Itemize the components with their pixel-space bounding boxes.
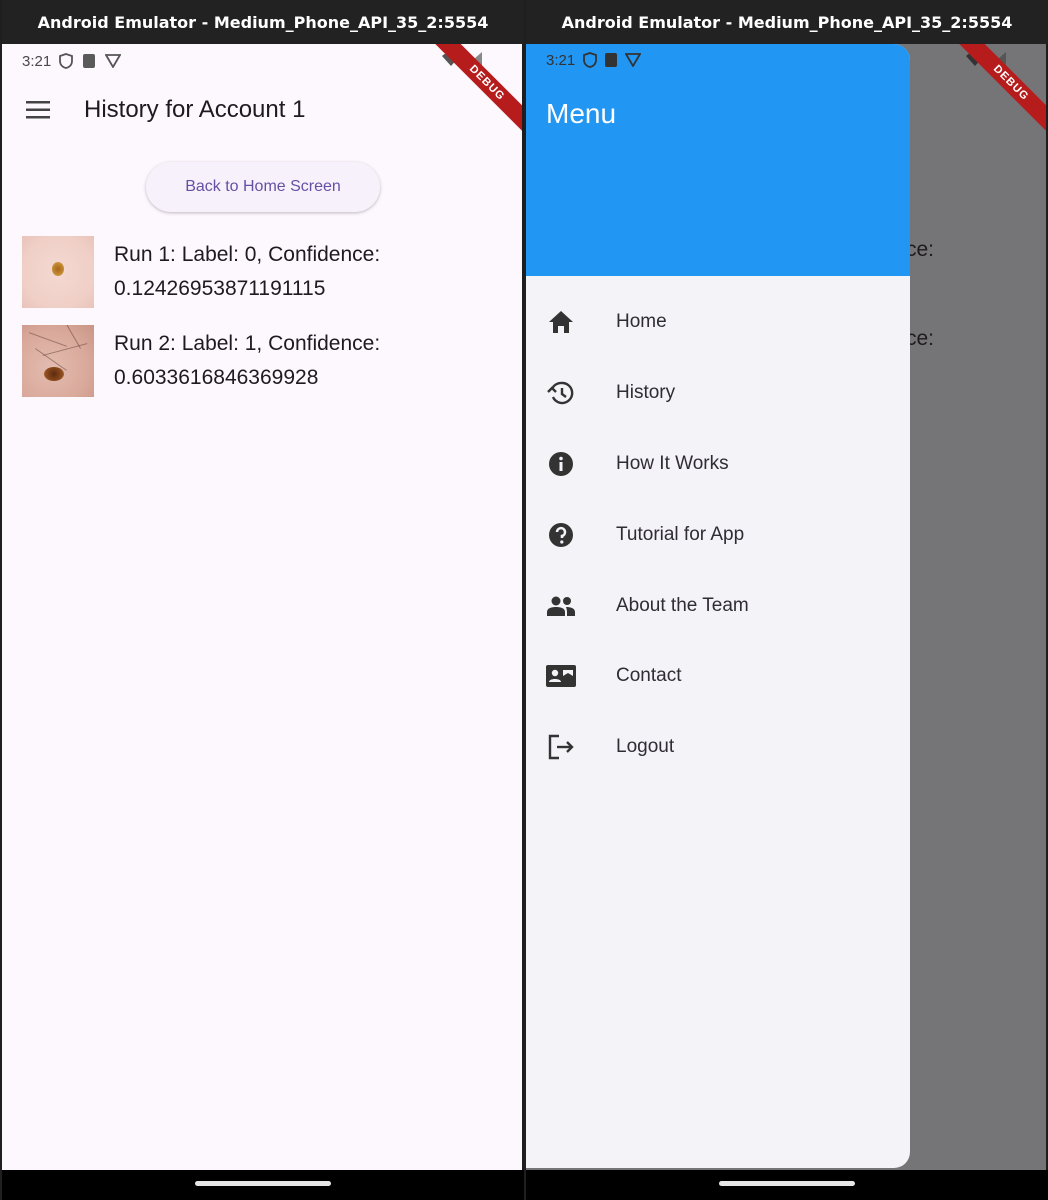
home-gesture-bar[interactable] xyxy=(719,1181,855,1186)
menu-item-about-team[interactable]: About the Team xyxy=(526,570,910,641)
navigation-drawer: 3:21 Menu Home History How It Works Tuto… xyxy=(526,44,910,1168)
emulator-window-right: Android Emulator - Medium_Phone_API_35_2… xyxy=(526,0,1048,1200)
history-icon xyxy=(546,378,576,408)
history-list: Run 1: Label: 0, Confidence: 0.124269538… xyxy=(22,236,502,414)
home-icon xyxy=(546,307,576,337)
sd-card-icon xyxy=(605,53,618,67)
menu-item-how-it-works[interactable]: How It Works xyxy=(526,429,910,500)
menu-item-contact[interactable]: Contact xyxy=(526,641,910,712)
run-result-text: Run 2: Label: 1, Confidence: 0.603361684… xyxy=(114,332,381,389)
status-time: 3:21 xyxy=(22,52,52,70)
skin-lesion-thumbnail xyxy=(22,325,94,397)
peek-text: ce: xyxy=(906,238,935,261)
skin-lesion-thumbnail xyxy=(22,236,94,308)
phone-screen: ce: ce: DEBUG 3:21 Menu Home History How… xyxy=(526,44,1046,1170)
window-title: Android Emulator - Medium_Phone_API_35_2… xyxy=(2,0,524,44)
drawer-title: Menu xyxy=(546,98,617,129)
navigation-bar xyxy=(2,1170,524,1200)
status-time: 3:21 xyxy=(546,51,576,69)
window-title: Android Emulator - Medium_Phone_API_35_2… xyxy=(526,0,1048,44)
home-gesture-bar[interactable] xyxy=(195,1181,331,1186)
peek-text: ce: xyxy=(906,327,935,350)
info-icon xyxy=(546,449,576,479)
page-title: History for Account 1 xyxy=(84,96,306,123)
menu-item-home[interactable]: Home xyxy=(526,287,910,358)
hamburger-icon xyxy=(26,101,50,119)
sd-card-icon xyxy=(83,54,96,68)
status-bar: 3:21 xyxy=(546,44,642,76)
vpn-icon xyxy=(105,54,122,68)
emulator-window-left: Android Emulator - Medium_Phone_API_35_2… xyxy=(2,0,524,1200)
drawer-menu: Home History How It Works Tutorial for A… xyxy=(526,287,910,783)
back-to-home-button[interactable]: Back to Home Screen xyxy=(146,162,380,212)
drawer-header: 3:21 Menu xyxy=(526,44,910,276)
shield-icon xyxy=(583,52,598,68)
list-item: Run 1: Label: 0, Confidence: 0.124269538… xyxy=(22,236,502,325)
menu-item-tutorial[interactable]: Tutorial for App xyxy=(526,499,910,570)
app-bar: History for Account 1 xyxy=(2,78,522,142)
phone-screen: 3:21 DEBUG History for Account 1 Back to… xyxy=(2,44,522,1170)
vpn-icon xyxy=(625,53,642,67)
run-result-text: Run 1: Label: 0, Confidence: 0.124269538… xyxy=(114,243,381,300)
shield-icon xyxy=(59,53,74,69)
contact-card-icon xyxy=(546,661,576,691)
menu-button[interactable] xyxy=(8,80,68,140)
people-icon xyxy=(546,591,576,621)
menu-item-logout[interactable]: Logout xyxy=(526,712,910,783)
logout-icon xyxy=(546,732,576,762)
menu-item-history[interactable]: History xyxy=(526,358,910,429)
list-item: Run 2: Label: 1, Confidence: 0.603361684… xyxy=(22,325,502,414)
help-icon xyxy=(546,520,576,550)
navigation-bar xyxy=(526,1170,1048,1200)
